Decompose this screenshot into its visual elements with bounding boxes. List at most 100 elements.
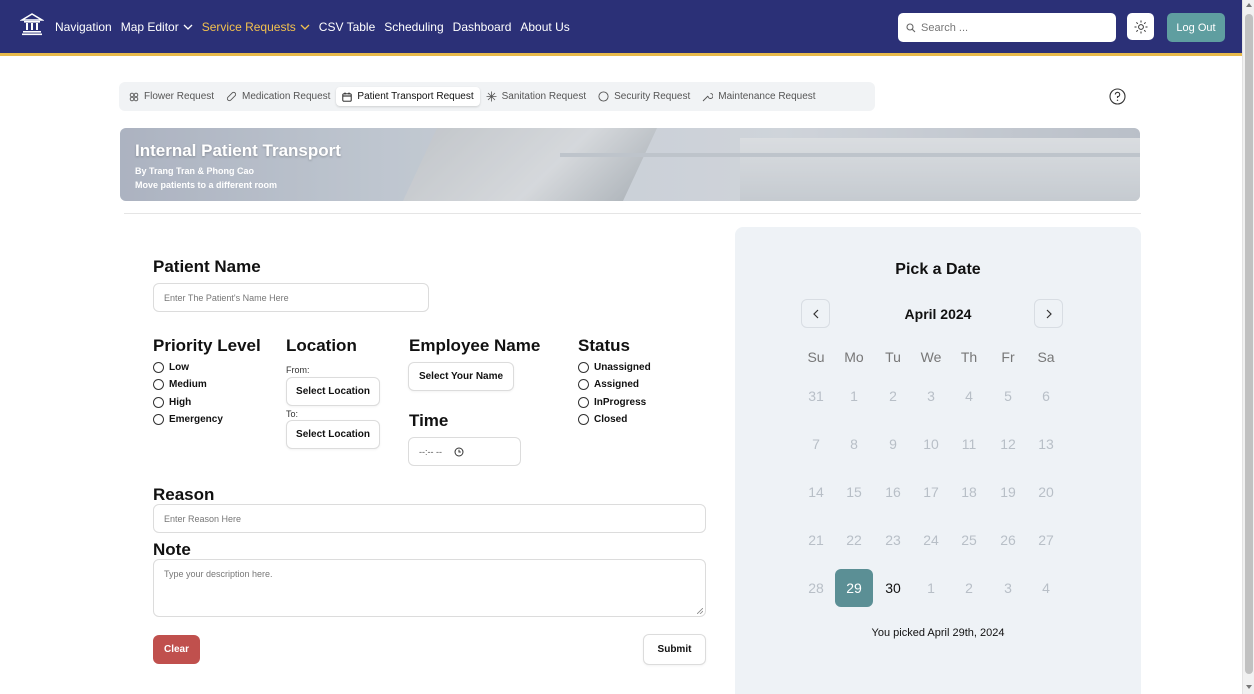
radio-button[interactable] [153,379,164,390]
radio-button[interactable] [153,362,164,373]
tab-medication-request[interactable]: Medication Request [220,87,336,106]
nav-navigation[interactable]: Navigation [55,20,112,34]
radio-button[interactable] [578,414,589,425]
calendar-day[interactable]: 5 [989,377,1027,415]
nav-label: Dashboard [452,19,512,34]
scroll-down-arrow-icon[interactable] [1246,685,1252,689]
select-to-location-button[interactable]: Select Location [286,420,380,449]
calendar-day[interactable]: 17 [912,473,950,511]
nav-dashboard[interactable]: Dashboard [453,20,512,34]
status-option-unassigned[interactable]: Unassigned [578,362,651,373]
calendar-day[interactable]: 20 [1027,473,1065,511]
calendar-day[interactable]: 21 [797,521,835,559]
reason-input[interactable]: Enter Reason Here [153,504,706,533]
calendar-day[interactable]: 26 [989,521,1027,559]
time-input[interactable]: --:-- -- [408,437,521,466]
select-from-location-button[interactable]: Select Location [286,377,380,406]
page-scrollbar[interactable] [1242,0,1254,694]
scrollbar-thumb[interactable] [1245,14,1253,674]
calendar-day[interactable]: 18 [950,473,988,511]
calendar-day[interactable]: 16 [874,473,912,511]
calendar-day[interactable]: 29 [835,569,873,607]
tab-patient-transport-request[interactable]: Patient Transport Request [336,87,480,106]
calendar-day[interactable]: 24 [912,521,950,559]
option-label: InProgress [594,397,647,408]
radio-button[interactable] [578,379,589,390]
calendar-day[interactable]: 1 [835,377,873,415]
calendar-day[interactable]: 6 [1027,377,1065,415]
search-input[interactable]: Search ... [898,13,1116,42]
next-month-button[interactable] [1034,299,1063,328]
calendar-day[interactable]: 28 [797,569,835,607]
scroll-up-arrow-icon[interactable] [1246,3,1252,7]
banner-title: Internal Patient Transport [135,141,341,160]
calendar-title: Pick a Date [895,261,981,278]
status-option-assigned[interactable]: Assigned [578,379,639,390]
calendar-day[interactable]: 1 [912,569,950,607]
nav-label: Map Editor [120,19,179,34]
tab-maintenance-request[interactable]: Maintenance Request [696,87,821,106]
status-option-closed[interactable]: Closed [578,414,627,425]
tab-flower-request[interactable]: Flower Request [123,87,220,106]
calendar-day[interactable]: 30 [874,569,912,607]
calendar-day[interactable]: 15 [835,473,873,511]
calendar-day[interactable]: 4 [1027,569,1065,607]
tab-sanitation-request[interactable]: Sanitation Request [480,87,593,106]
calendar-day[interactable]: 2 [874,377,912,415]
calendar-day[interactable]: 27 [1027,521,1065,559]
calendar-day[interactable]: 9 [874,425,912,463]
radio-button[interactable] [578,362,589,373]
clock-icon[interactable] [454,447,464,457]
calendar-day[interactable]: 12 [989,425,1027,463]
calendar-day[interactable]: 8 [835,425,873,463]
pill-icon [226,91,237,102]
calendar-day[interactable]: 19 [989,473,1027,511]
calendar-day[interactable]: 14 [797,473,835,511]
select-employee-button[interactable]: Select Your Name [408,362,514,391]
weekday-header: Fr [1001,349,1015,365]
calendar-day[interactable]: 4 [950,377,988,415]
radio-button[interactable] [153,397,164,408]
calendar-day[interactable]: 25 [950,521,988,559]
calendar-day[interactable]: 2 [950,569,988,607]
calendar-day[interactable]: 11 [950,425,988,463]
patient-name-input[interactable]: Enter The Patient's Name Here [153,283,429,312]
submit-button[interactable]: Submit [643,634,706,665]
nav-about-us[interactable]: About Us [520,20,569,34]
radio-button[interactable] [153,414,164,425]
calendar-day[interactable]: 7 [797,425,835,463]
nav-scheduling[interactable]: Scheduling [384,20,443,34]
status-option-inprogress[interactable]: InProgress [578,397,646,408]
resize-handle-icon[interactable] [697,608,703,614]
clear-button[interactable]: Clear [153,635,200,664]
hospital-logo-icon[interactable] [20,12,44,36]
calendar-day[interactable]: 10 [912,425,950,463]
main-nav: Navigation Map Editor Service Requests C… [55,0,579,53]
priority-option-medium[interactable]: Medium [153,379,207,390]
radio-button[interactable] [578,397,589,408]
sun-icon [1134,20,1147,33]
priority-level-label: Priority Level [153,336,261,355]
theme-toggle-button[interactable] [1127,13,1154,40]
nav-map-editor[interactable]: Map Editor [121,20,193,34]
calendar-day[interactable]: 3 [912,377,950,415]
shield-icon [598,91,609,102]
priority-option-high[interactable]: High [153,397,191,408]
sparkle-icon [486,91,497,102]
top-navbar: Navigation Map Editor Service Requests C… [0,0,1242,56]
option-label: Low [169,362,189,373]
location-to-label: To: [286,409,299,419]
priority-option-low[interactable]: Low [153,362,189,373]
note-textarea[interactable]: Type your description here. [153,559,706,617]
logout-button[interactable]: Log Out [1167,13,1225,42]
nav-service-requests[interactable]: Service Requests [202,20,310,34]
help-icon[interactable] [1109,88,1126,105]
calendar-day[interactable]: 3 [989,569,1027,607]
nav-csv-table[interactable]: CSV Table [319,20,375,34]
priority-option-emergency[interactable]: Emergency [153,414,223,425]
calendar-day[interactable]: 31 [797,377,835,415]
calendar-day[interactable]: 13 [1027,425,1065,463]
calendar-day[interactable]: 23 [874,521,912,559]
calendar-day[interactable]: 22 [835,521,873,559]
tab-security-request[interactable]: Security Request [592,87,696,106]
